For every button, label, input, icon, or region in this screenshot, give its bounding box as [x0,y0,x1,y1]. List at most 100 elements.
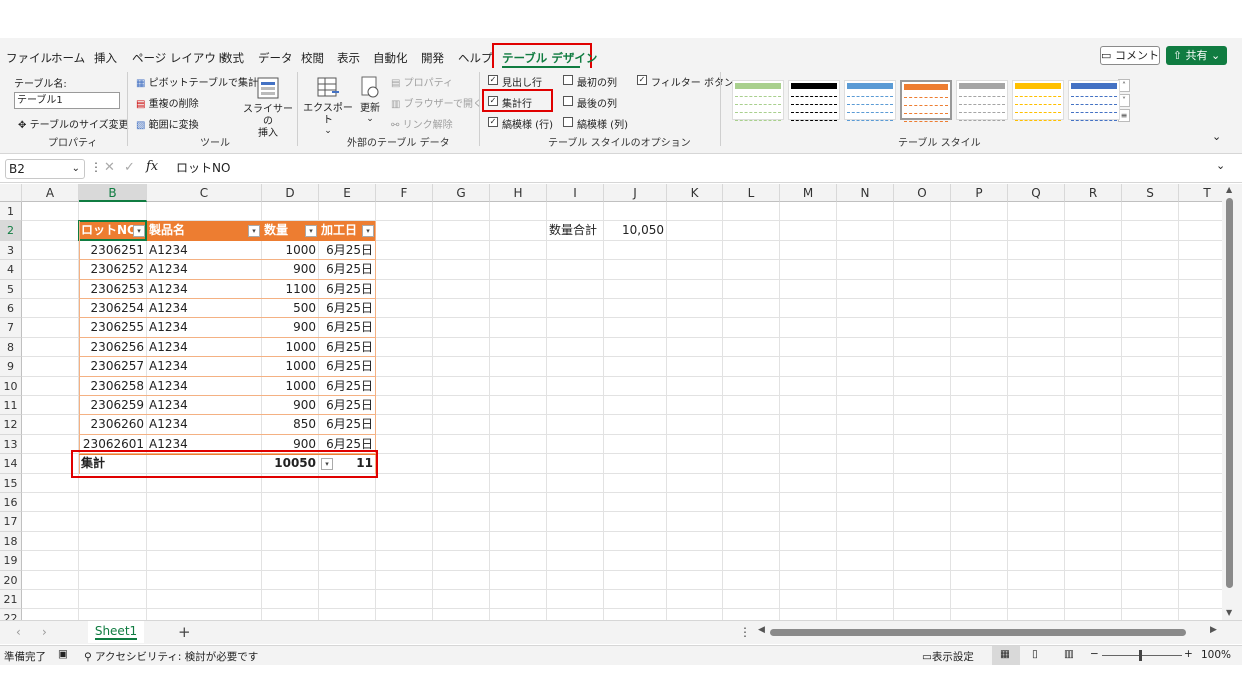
split-handle-icon[interactable]: ⋮ [739,625,751,639]
tab-view[interactable]: 表示 [337,50,360,66]
row-header[interactable]: 10 [0,376,22,396]
name-box[interactable]: B2 ⌄ [5,159,85,179]
prev-sheet-icon[interactable]: ‹ [16,625,21,639]
row-header[interactable]: 1 [0,202,22,222]
column-header[interactable]: B [79,184,147,202]
banded-columns-checkbox[interactable] [563,117,573,127]
row-header[interactable]: 16 [0,493,22,513]
table-style-swatch[interactable] [732,80,784,121]
zoom-out-icon[interactable]: − [1090,648,1099,660]
header-row-checkbox[interactable]: ✓ [488,75,498,85]
column-header[interactable]: R [1065,184,1122,202]
remove-duplicates-button[interactable]: ▤ 重複の削除 [136,95,199,110]
sheet-tab-sheet1[interactable]: Sheet1 [88,621,144,643]
open-in-browser-button[interactable]: ▥ ブラウザーで開く [391,95,483,110]
column-header[interactable]: O [894,184,951,202]
row-header[interactable]: 2 [0,221,22,241]
row-header[interactable]: 15 [0,473,22,493]
collapse-ribbon-icon[interactable]: ⌄ [1212,130,1221,143]
column-header[interactable]: K [667,184,723,202]
tab-insert[interactable]: 挿入 [94,50,117,66]
next-sheet-icon[interactable]: › [42,625,47,639]
table-style-swatch[interactable] [1012,80,1064,121]
refresh-button[interactable]: 更新 ⌄ [355,74,385,130]
column-header[interactable]: P [951,184,1008,202]
tab-home[interactable]: ホーム [51,50,85,66]
comment-button[interactable]: ▭ コメント [1100,46,1160,65]
column-header[interactable]: D [262,184,319,202]
unlink-button[interactable]: ⚯ リンク解除 [391,116,453,131]
tab-help[interactable]: ヘルプ [458,50,493,66]
tab-developer[interactable]: 開発 [421,50,444,66]
column-header[interactable]: F [376,184,433,202]
column-header[interactable]: M [780,184,837,202]
column-header[interactable]: E [319,184,376,202]
quantity-total-label-cell[interactable]: 数量合計 [547,221,604,240]
insert-slicer-button[interactable]: スライサーの 挿入 [243,74,293,139]
row-header[interactable]: 5 [0,279,22,299]
column-header[interactable]: I [547,184,604,202]
share-button[interactable]: ⇧ 共有 ⌄ [1166,46,1227,65]
row-header[interactable]: 7 [0,318,22,338]
first-column-checkbox[interactable] [563,75,573,85]
zoom-slider-thumb[interactable] [1139,650,1142,661]
row-header[interactable]: 14 [0,454,22,474]
accessibility-status[interactable]: ⚲ アクセシビリティ: 検討が必要です [84,649,258,664]
row-header[interactable]: 22 [0,609,22,620]
add-sheet-icon[interactable]: + [178,623,191,641]
table-style-swatch[interactable] [900,80,952,122]
column-header[interactable]: A [22,184,79,202]
column-header[interactable]: C [147,184,262,202]
table-style-swatch[interactable] [956,80,1008,121]
quantity-total-value-cell[interactable]: 10,050 [604,221,667,240]
row-header[interactable]: 17 [0,512,22,532]
macro-record-icon[interactable]: ▣ [58,648,68,660]
total-row-checkbox[interactable]: ✓ [488,96,498,106]
resize-table-button[interactable]: ✥ テーブルのサイズ変更 [18,116,129,131]
export-button[interactable]: エクスポート ⌄ [303,74,353,136]
scroll-left-icon[interactable]: ◀ [758,625,765,635]
vertical-scroll-thumb[interactable] [1226,198,1233,588]
select-all-corner[interactable] [0,184,22,202]
scroll-up-icon[interactable]: ▲ [1226,185,1232,194]
tab-review[interactable]: 校閲 [301,50,324,66]
cancel-icon[interactable]: ✕ [104,160,115,175]
zoom-level[interactable]: 100% [1201,649,1231,661]
table-name-input[interactable]: テーブル1 [14,92,120,109]
table-style-swatch[interactable] [844,80,896,121]
row-header[interactable]: 4 [0,260,22,280]
column-header[interactable]: G [433,184,490,202]
table-style-swatch[interactable] [1068,80,1120,121]
column-header[interactable]: L [723,184,780,202]
column-header[interactable]: J [604,184,667,202]
display-settings-button[interactable]: ▭表示設定 [922,649,974,664]
properties-button[interactable]: ▤ プロパティ [391,74,453,89]
row-header[interactable]: 11 [0,396,22,416]
filter-button-checkbox[interactable]: ✓ [637,75,647,85]
row-header[interactable]: 20 [0,570,22,590]
tab-formulas[interactable]: 数式 [221,50,244,66]
insert-function-icon[interactable]: fx [146,159,158,174]
formula-input[interactable]: ロットNO [170,159,1232,179]
spreadsheet-grid[interactable]: A B C D E F G H I J K L M N O P Q R S T 1 2 3 4 5 6 7 8 9 10 11 12 13 14 1… [0,184,1222,620]
page-break-view-icon[interactable]: ▥ [1064,648,1074,660]
column-header[interactable]: T [1179,184,1222,202]
tab-page-layout[interactable]: ページ レイアウト [132,50,227,66]
row-header[interactable]: 9 [0,357,22,377]
convert-range-button[interactable]: ▧ 範囲に変換 [136,116,199,131]
column-header[interactable]: S [1122,184,1179,202]
row-header[interactable]: 21 [0,590,22,610]
normal-view-button[interactable]: ▦ [992,646,1020,665]
row-header[interactable]: 3 [0,240,22,261]
row-header[interactable]: 12 [0,415,22,435]
expand-formula-icon[interactable]: ⌄ [1216,159,1225,172]
zoom-slider[interactable] [1102,655,1182,656]
scroll-down-icon[interactable]: ▼ [1226,608,1232,617]
column-header[interactable]: Q [1008,184,1065,202]
row-header[interactable]: 19 [0,551,22,571]
page-layout-view-icon[interactable]: ▯ [1032,648,1038,660]
pivot-button[interactable]: ▦ ピボットテーブルで集計 [136,74,258,89]
scroll-right-icon[interactable]: ▶ [1210,625,1217,635]
tab-file[interactable]: ファイル [6,50,52,66]
banded-rows-checkbox[interactable]: ✓ [488,117,498,127]
